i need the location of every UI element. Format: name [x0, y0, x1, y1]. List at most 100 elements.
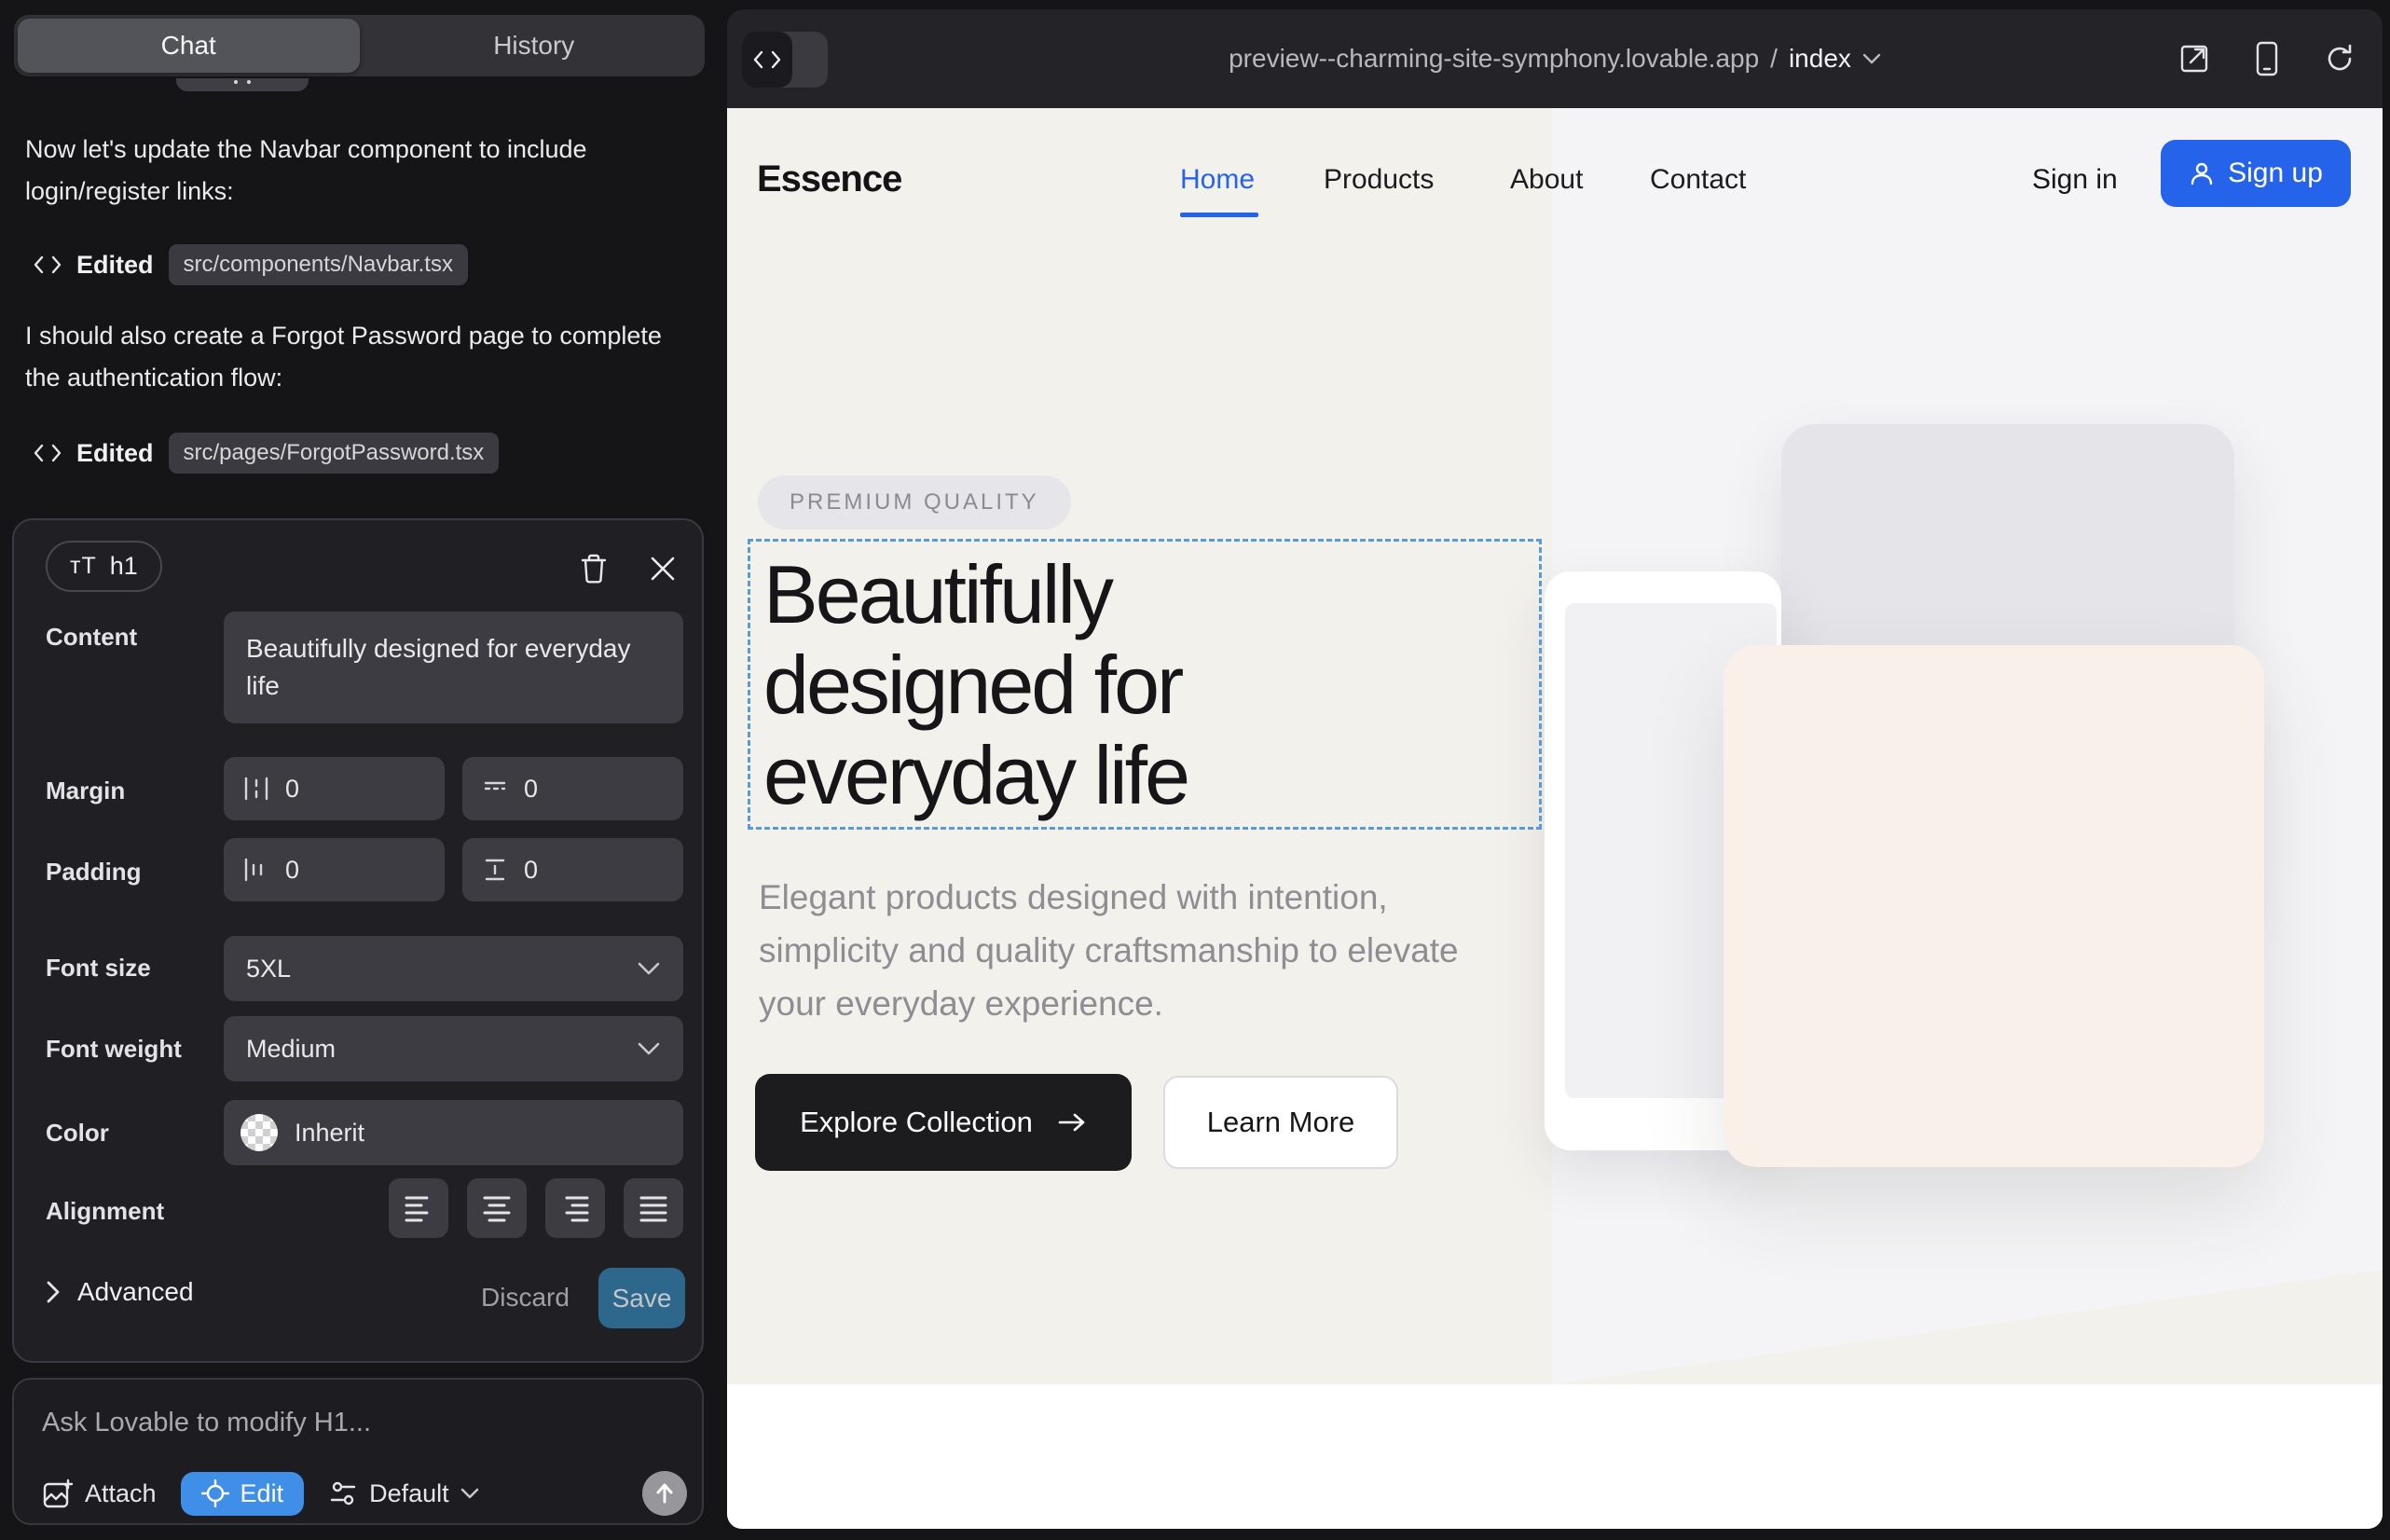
color-picker-field[interactable]: Inherit — [224, 1100, 683, 1165]
edited-file-row: Edited src/pages/ForgotPassword.tsx — [34, 433, 499, 474]
align-left-icon — [403, 1194, 434, 1222]
tab-history[interactable]: History — [364, 19, 706, 73]
url-host: preview--charming-site-symphony.lovable.… — [1229, 44, 1759, 74]
delete-element-button[interactable] — [573, 548, 614, 589]
premium-quality-badge: PREMIUM QUALITY — [758, 475, 1071, 529]
prompt-input[interactable]: Ask Lovable to modify H1... — [42, 1408, 676, 1438]
margin-label: Margin — [46, 777, 125, 805]
chevron-down-icon — [637, 961, 661, 976]
target-icon — [201, 1479, 229, 1507]
chat-message: Now let's update the Navbar component to… — [25, 129, 683, 213]
arrow-up-icon — [654, 1482, 675, 1505]
content-label: Content — [46, 623, 137, 652]
align-left-button[interactable] — [389, 1178, 448, 1238]
mobile-view-button[interactable] — [2248, 40, 2286, 77]
site-viewport: Essence Home Products About Contact Sign… — [727, 108, 2383, 1529]
element-editor-panel: ᴛT h1 Content Beautifully designed for e… — [12, 518, 704, 1363]
sliders-icon — [328, 1479, 358, 1507]
nav-link-about[interactable]: About — [1510, 164, 1583, 196]
prompt-composer: Ask Lovable to modify H1... Attach Edit … — [12, 1378, 704, 1525]
discard-button[interactable]: Discard — [481, 1283, 570, 1313]
align-right-icon — [559, 1194, 591, 1222]
sign-in-link[interactable]: Sign in — [2032, 164, 2118, 196]
close-icon[interactable] — [642, 548, 683, 589]
save-button[interactable]: Save — [598, 1268, 685, 1328]
chevron-down-icon — [460, 1488, 479, 1500]
padding-horizontal-input[interactable]: 0 — [224, 838, 445, 901]
margin-y-icon — [481, 775, 509, 803]
browser-actions — [2176, 9, 2358, 108]
align-center-button[interactable] — [467, 1178, 527, 1238]
tab-chat[interactable]: Chat — [18, 19, 360, 73]
send-button[interactable] — [642, 1471, 687, 1516]
external-link-icon — [2178, 43, 2210, 75]
chevron-down-icon — [1862, 53, 1881, 65]
alignment-label: Alignment — [46, 1197, 164, 1226]
sidebar-tabbar: Chat History — [14, 15, 705, 76]
file-path-badge[interactable]: src/pages/ForgotPassword.tsx — [169, 433, 500, 474]
padding-vertical-input[interactable]: 0 — [462, 838, 683, 901]
selection-outline: Beautifully designed for everyday life — [748, 539, 1542, 830]
margin-vertical-input[interactable]: 0 — [462, 757, 683, 820]
typography-icon: ᴛT — [70, 553, 97, 580]
model-default-dropdown[interactable]: Default — [328, 1479, 479, 1508]
decor-card-cream — [1724, 645, 2264, 1167]
site-navbar: Essence Home Products About Contact Sign… — [727, 108, 2383, 248]
sign-up-button[interactable]: Sign up — [2161, 140, 2351, 207]
composer-toolbar: Attach Edit Default — [42, 1469, 678, 1518]
refresh-button[interactable] — [2321, 40, 2358, 77]
user-icon — [2189, 160, 2215, 186]
code-icon — [34, 442, 62, 464]
edit-mode-button[interactable]: Edit — [181, 1472, 305, 1516]
file-path-badge[interactable]: src/components/Navbar.tsx — [169, 244, 468, 285]
padding-x-icon — [242, 856, 270, 884]
margin-horizontal-input[interactable]: 0 — [224, 757, 445, 820]
url-separator: / — [1770, 44, 1778, 74]
font-weight-label: Font weight — [46, 1035, 182, 1064]
url-breadcrumb[interactable]: preview--charming-site-symphony.lovable.… — [727, 9, 2383, 108]
preview-browser: preview--charming-site-symphony.lovable.… — [727, 9, 2383, 1529]
refresh-icon — [2324, 43, 2356, 75]
align-justify-button[interactable] — [624, 1178, 683, 1238]
nav-link-contact[interactable]: Contact — [1650, 164, 1746, 196]
padding-y-icon — [481, 856, 509, 884]
edited-label: Edited — [76, 439, 154, 468]
nav-link-products[interactable]: Products — [1324, 164, 1434, 196]
align-center-icon — [481, 1194, 513, 1222]
font-size-label: Font size — [46, 954, 151, 983]
attach-button[interactable]: Attach — [42, 1478, 157, 1509]
active-nav-underline — [1180, 213, 1258, 217]
open-external-button[interactable] — [2176, 40, 2213, 77]
edited-label: Edited — [76, 251, 154, 280]
element-tag: h1 — [110, 552, 138, 581]
alignment-group — [389, 1178, 683, 1238]
code-icon — [34, 254, 62, 276]
font-size-select[interactable]: 5XL — [224, 936, 683, 1001]
color-swatch — [240, 1114, 278, 1151]
align-justify-icon — [638, 1194, 669, 1222]
scrolled-pill-partial — [176, 78, 309, 91]
color-label: Color — [46, 1119, 109, 1148]
hero-paragraph: Elegant products designed with intention… — [759, 871, 1532, 1030]
arrow-right-icon — [1057, 1111, 1087, 1134]
site-logo[interactable]: Essence — [757, 158, 901, 200]
chevron-right-icon — [46, 1280, 61, 1304]
margin-x-icon — [242, 775, 270, 803]
nav-link-home[interactable]: Home — [1180, 164, 1255, 196]
app-window: Chat History Now let's update the Navbar… — [0, 0, 2390, 1540]
explore-collection-button[interactable]: Explore Collection — [755, 1074, 1132, 1171]
font-weight-select[interactable]: Medium — [224, 1016, 683, 1081]
url-page: index — [1789, 44, 1851, 74]
browser-toolbar: preview--charming-site-symphony.lovable.… — [727, 9, 2383, 108]
learn-more-button[interactable]: Learn More — [1163, 1076, 1398, 1169]
hero-heading[interactable]: Beautifully designed for everyday life — [763, 549, 1188, 820]
edited-file-row: Edited src/components/Navbar.tsx — [34, 244, 468, 285]
attach-image-icon — [42, 1478, 74, 1509]
chevron-down-icon — [637, 1041, 661, 1056]
align-right-button[interactable] — [545, 1178, 605, 1238]
selected-element-chip: ᴛT h1 — [46, 541, 162, 592]
chat-sidebar: Chat History Now let's update the Navbar… — [0, 0, 727, 1540]
content-input[interactable]: Beautifully designed for everyday life — [224, 612, 683, 723]
padding-label: Padding — [46, 858, 142, 887]
advanced-toggle[interactable]: Advanced — [46, 1277, 194, 1307]
